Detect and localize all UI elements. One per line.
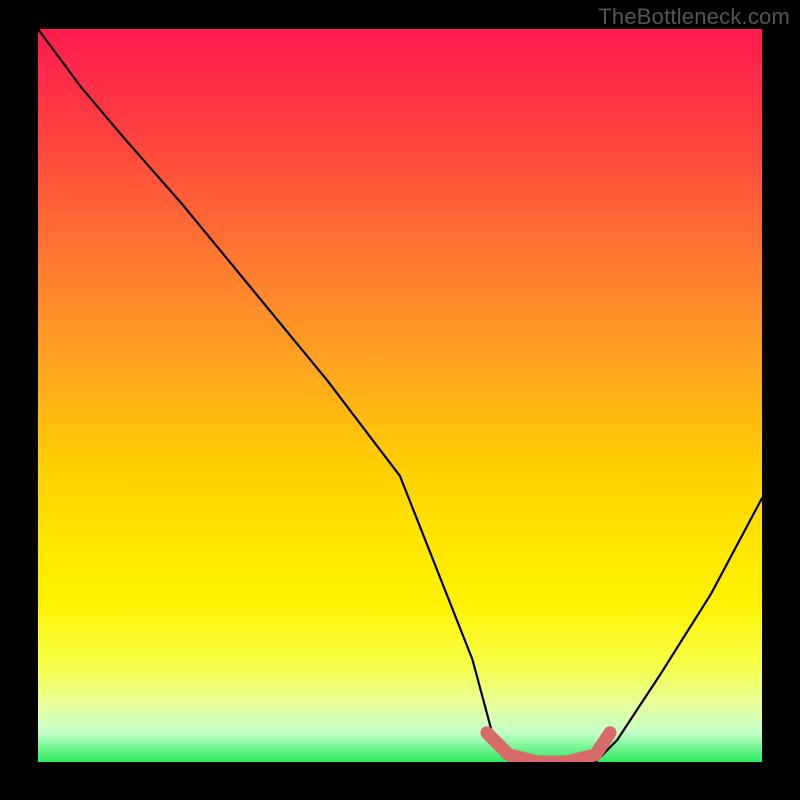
plot-area — [38, 29, 762, 762]
highlight-segment — [487, 733, 610, 762]
chart-container: TheBottleneck.com — [0, 0, 800, 800]
plot-frame — [38, 29, 762, 762]
curve-overlay — [38, 29, 762, 762]
watermark-text: TheBottleneck.com — [598, 4, 790, 30]
bottleneck-curve-line — [38, 29, 762, 762]
